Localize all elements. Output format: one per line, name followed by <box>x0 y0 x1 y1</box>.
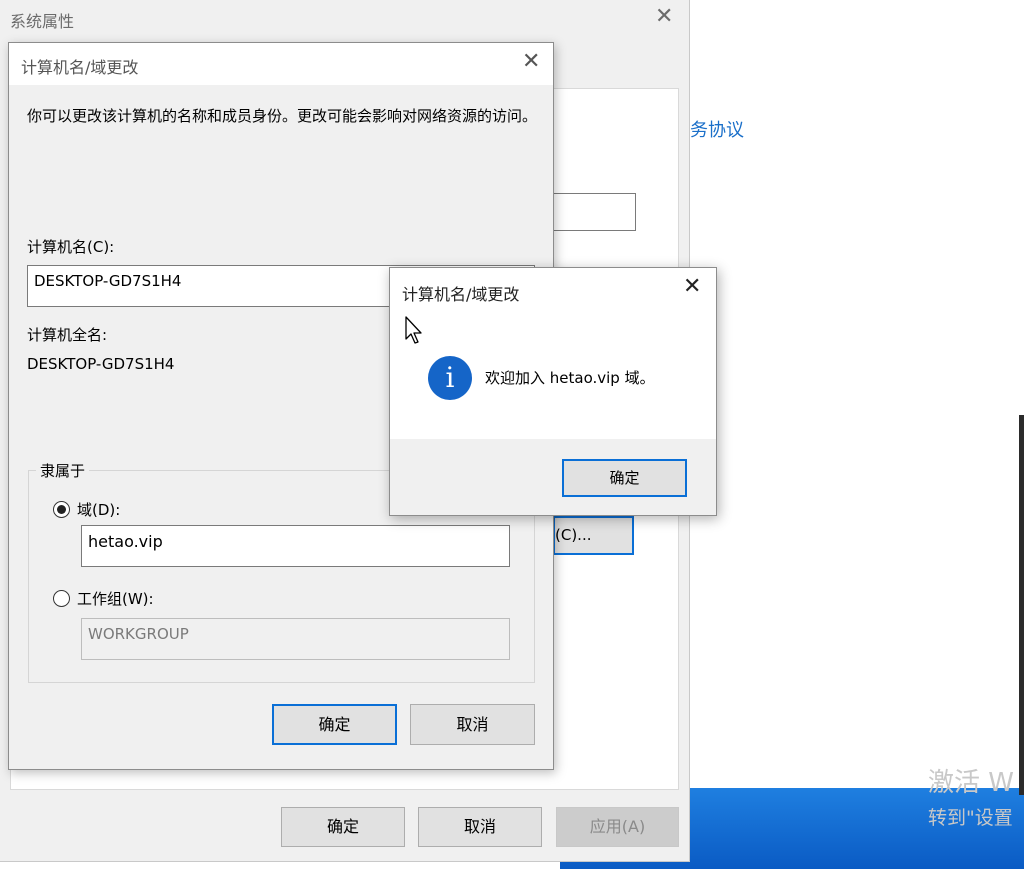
apply-button[interactable]: 应用(A) <box>556 807 679 847</box>
desktop-edge <box>1019 415 1024 795</box>
message-title: 计算机名/域更改 <box>402 285 520 304</box>
close-icon[interactable]: ✕ <box>655 4 673 29</box>
welcome-message-box: 计算机名/域更改 ✕ i 欢迎加入 hetao.vip 域。 确定 <box>389 267 717 516</box>
domain-input[interactable]: hetao.vip <box>81 525 510 567</box>
ok-button[interactable]: 确定 <box>281 807 405 847</box>
computer-description-input[interactable] <box>553 193 636 231</box>
info-icon: i <box>428 356 472 400</box>
workgroup-radio[interactable] <box>53 590 70 607</box>
mouse-cursor-icon <box>405 316 422 344</box>
activate-windows-hint: 转到"设置 <box>928 807 1013 829</box>
close-icon[interactable]: ✕ <box>683 274 701 299</box>
cancel-button[interactable]: 取消 <box>418 807 542 847</box>
window-title: 系统属性 <box>10 12 75 31</box>
change-button-label: (C)... <box>555 526 592 544</box>
workgroup-label: 工作组(W): <box>77 590 154 608</box>
computer-name-label: 计算机名(C): <box>27 238 115 256</box>
activate-windows-title: 激活 W <box>928 768 1014 798</box>
cancel-button[interactable]: 取消 <box>410 704 535 745</box>
dialog-title: 计算机名/域更改 <box>21 58 139 77</box>
domain-label: 域(D): <box>77 501 121 519</box>
description-text: 你可以更改该计算机的名称和成员身份。更改可能会影响对网络资源的访问。 <box>27 107 538 125</box>
close-icon[interactable]: ✕ <box>522 49 540 74</box>
full-name-label: 计算机全名: <box>27 326 108 344</box>
workgroup-input[interactable]: WORKGROUP <box>81 618 510 660</box>
domain-radio[interactable] <box>53 501 70 518</box>
ok-button[interactable]: 确定 <box>272 704 397 745</box>
member-of-label: 隶属于 <box>36 460 90 481</box>
change-button[interactable]: (C)... <box>553 516 634 555</box>
ok-button[interactable]: 确定 <box>562 459 687 497</box>
message-text: 欢迎加入 hetao.vip 域。 <box>485 369 655 387</box>
full-name-value: DESKTOP-GD7S1H4 <box>27 355 175 373</box>
privacy-link[interactable]: 务协议 <box>690 116 744 142</box>
